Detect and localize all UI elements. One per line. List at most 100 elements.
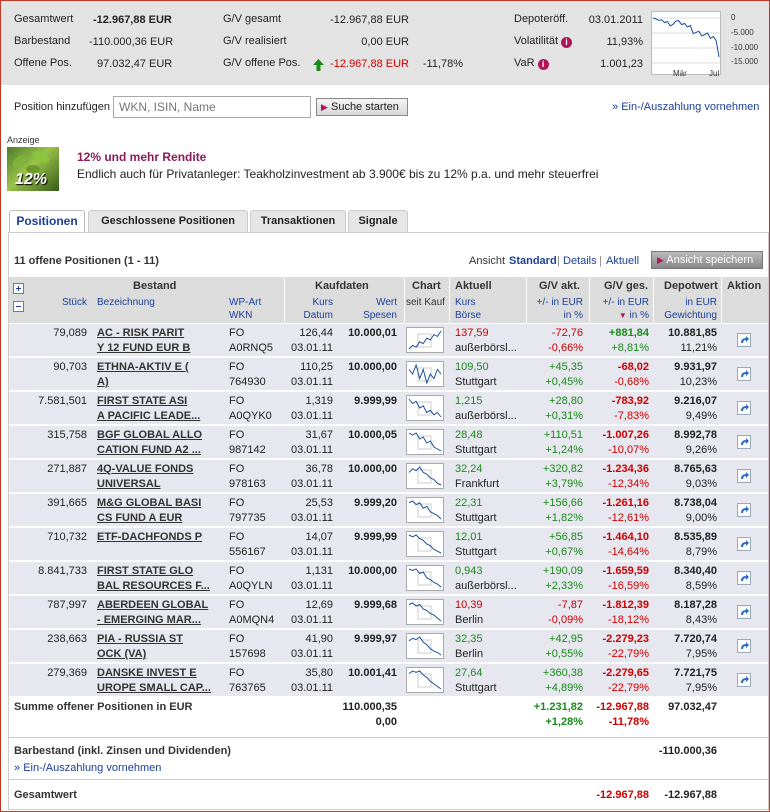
tab-positionen[interactable]: Positionen: [9, 210, 85, 233]
cell-stueck: 279,369: [47, 667, 87, 679]
view-standard[interactable]: Standard: [509, 255, 557, 267]
position-name-link[interactable]: CS FUND A EUR: [97, 511, 182, 526]
position-name-link[interactable]: UNIVERSAL: [97, 477, 161, 492]
view-details[interactable]: Details: [563, 255, 597, 267]
position-name-link[interactable]: CATION FUND A2 ...: [97, 443, 201, 458]
position-name-link[interactable]: OCK (VA): [97, 647, 146, 662]
gv-offen-value: -12.967,88 EUR: [330, 58, 409, 70]
info-icon[interactable]: i: [561, 37, 573, 48]
col-boerse[interactable]: Börse: [455, 310, 481, 321]
cell-gva-eur: +360,38: [542, 667, 583, 679]
ad-title[interactable]: 12% und mehr Rendite: [77, 150, 206, 164]
position-chart[interactable]: [406, 429, 444, 455]
position-name-link[interactable]: BGF GLOBAL ALLO: [97, 428, 202, 443]
position-name-link[interactable]: 4Q-VALUE FONDS: [97, 462, 193, 477]
position-name-link[interactable]: - EMERGING MAR...: [97, 613, 201, 628]
info-icon[interactable]: i: [537, 59, 549, 70]
position-name-link[interactable]: A): [97, 375, 109, 390]
action-button[interactable]: [737, 503, 751, 517]
position-chart[interactable]: [406, 395, 444, 421]
position-name-link[interactable]: ETHNA-AKTIV E (: [97, 360, 189, 375]
tab-geschlossene[interactable]: Geschlossene Positionen: [88, 210, 248, 232]
col-gvg-pct[interactable]: ▼ in %: [585, 310, 649, 321]
table-row[interactable]: 391,665 M&G GLOBAL BASI CS FUND A EUR FO 797…: [9, 494, 768, 528]
position-name-link[interactable]: FIRST STATE GLO: [97, 564, 193, 579]
position-chart[interactable]: [406, 667, 444, 693]
table-row[interactable]: 7.581,501 FIRST STATE ASI A PACIFIC LEADE.…: [9, 392, 768, 426]
position-chart[interactable]: [406, 531, 444, 557]
table-row[interactable]: 315,758 BGF GLOBAL ALLO CATION FUND A2 ...…: [9, 426, 768, 460]
col-datum[interactable]: Datum: [291, 310, 333, 321]
cell-akt-kurs: 32,24: [455, 463, 483, 475]
cell-gva-eur: +110,51: [543, 429, 583, 441]
position-name-link[interactable]: A PACIFIC LEADE...: [97, 409, 200, 424]
expand-all-icon[interactable]: [13, 283, 24, 294]
position-name-link[interactable]: M&G GLOBAL BASI: [97, 496, 201, 511]
col-wkn[interactable]: WKN: [229, 310, 252, 321]
position-chart[interactable]: [406, 361, 444, 387]
tab-signale[interactable]: Signale: [348, 210, 408, 232]
gv-realisiert-value: 0,00 EUR: [361, 36, 409, 48]
table-row[interactable]: 271,887 4Q-VALUE FONDS UNIVERSAL FO 978163 36…: [9, 460, 768, 494]
table-row[interactable]: 90,703 ETHNA-AKTIV E (A) FO 764930 110,25 03.…: [9, 358, 768, 392]
table-row[interactable]: 79,089 AC - RISK PARIT Y 12 FUND EUR B FO A0…: [9, 324, 768, 358]
col-divider: [653, 277, 654, 323]
deposit-link-bottom[interactable]: » Ein-/Auszahlung vornehmen: [14, 761, 161, 776]
position-chart[interactable]: [406, 327, 444, 353]
col-gewichtung[interactable]: Gewichtung: [659, 310, 717, 321]
position-chart[interactable]: [406, 497, 444, 523]
deposit-link[interactable]: » Ein-/Auszahlung vornehmen: [612, 101, 759, 113]
save-view-button[interactable]: ▶ Ansicht speichern: [651, 251, 763, 269]
action-button[interactable]: [737, 537, 751, 551]
position-name-link[interactable]: FIRST STATE ASI: [97, 394, 187, 409]
position-chart[interactable]: [406, 633, 444, 659]
action-button[interactable]: [737, 367, 751, 381]
position-name-link[interactable]: Y 12 FUND EUR B: [97, 341, 190, 356]
position-name-link[interactable]: AC - RISK PARIT: [97, 326, 184, 341]
col-gvg-eur[interactable]: +/- in EUR: [585, 297, 649, 308]
wkn-search-input[interactable]: [113, 96, 311, 118]
action-button[interactable]: [737, 673, 751, 687]
col-wpart[interactable]: WP-Art: [229, 297, 261, 308]
position-name-link[interactable]: ABERDEEN GLOBAL: [97, 598, 208, 613]
position-name-link[interactable]: BAL RESOURCES F...: [97, 579, 210, 594]
search-button[interactable]: ▶ Suche starten: [316, 98, 408, 116]
table-row[interactable]: 238,663 PIA - RUSSIA ST OCK (VA) FO 157698 41…: [9, 630, 768, 664]
cell-wpart: FO: [229, 463, 245, 475]
ad-text[interactable]: Endlich auch für Privatanleger: Teakholz…: [77, 167, 598, 181]
position-name-link[interactable]: ETF-DACHFONDS P: [97, 530, 202, 545]
col-stueck[interactable]: Stück: [39, 297, 87, 308]
table-row[interactable]: 710,732 ETF-DACHFONDS P FO 556167 14,07 03.01…: [9, 528, 768, 562]
position-chart-svg: [408, 534, 442, 554]
portfolio-sparkline[interactable]: [651, 11, 721, 75]
cell-akt-kurs: 0,943: [455, 565, 483, 577]
view-aktuell[interactable]: Aktuell: [606, 255, 639, 267]
ad-image[interactable]: 12%: [7, 147, 59, 191]
action-button[interactable]: [737, 401, 751, 415]
position-name-link[interactable]: PIA - RUSSIA ST: [97, 632, 183, 647]
action-button[interactable]: [737, 639, 751, 653]
action-button[interactable]: [737, 469, 751, 483]
col-akt-kurs[interactable]: Kurs: [455, 297, 476, 308]
col-kurs[interactable]: Kurs: [291, 297, 333, 308]
action-button[interactable]: [737, 571, 751, 585]
col-gva-eur[interactable]: +/- in EUR: [521, 297, 583, 308]
col-wert[interactable]: Wert: [349, 297, 397, 308]
cell-gva-pct: +0,31%: [545, 410, 583, 422]
col-spesen[interactable]: Spesen: [349, 310, 397, 321]
table-row[interactable]: 787,997 ABERDEEN GLOBAL - EMERGING MAR... F…: [9, 596, 768, 630]
action-button[interactable]: [737, 605, 751, 619]
col-gva-pct[interactable]: in %: [521, 310, 583, 321]
action-button[interactable]: [737, 435, 751, 449]
cell-boerse: Stuttgart: [455, 444, 497, 456]
position-chart[interactable]: [406, 463, 444, 489]
position-name-link[interactable]: DANSKE INVEST E: [97, 666, 197, 681]
tab-transaktionen[interactable]: Transaktionen: [250, 210, 346, 232]
col-dw-eur[interactable]: in EUR: [659, 297, 717, 308]
table-row[interactable]: 8.841,733 FIRST STATE GLO BAL RESOURCES F.…: [9, 562, 768, 596]
position-chart[interactable]: [406, 565, 444, 591]
action-button[interactable]: [737, 333, 751, 347]
col-bezeichnung[interactable]: Bezeichnung: [97, 297, 155, 308]
position-chart[interactable]: [406, 599, 444, 625]
collapse-all-icon[interactable]: [13, 301, 24, 312]
